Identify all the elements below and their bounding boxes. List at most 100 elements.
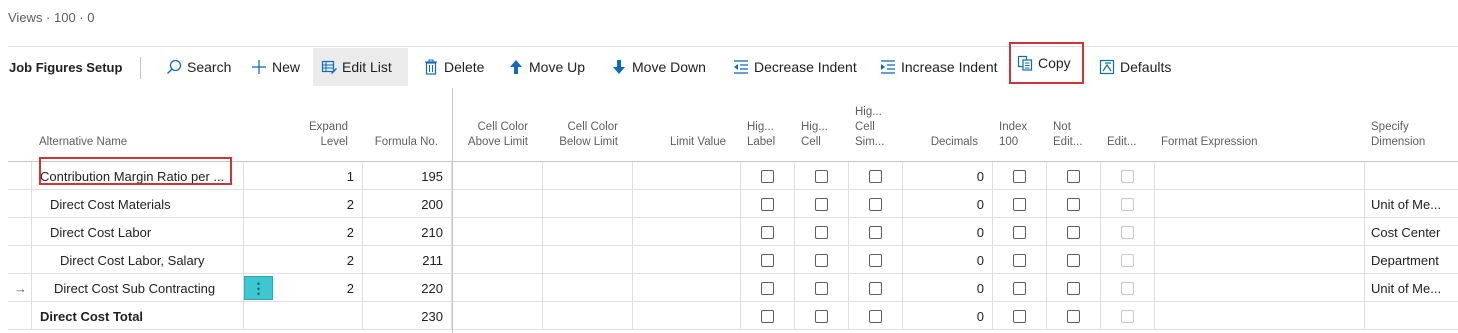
cell-above[interactable] [452, 274, 543, 302]
cell-below[interactable] [543, 274, 633, 302]
checkbox[interactable] [815, 197, 828, 211]
cell-checkbox[interactable] [993, 302, 1047, 330]
cell-checkbox[interactable] [1101, 218, 1155, 246]
col-header-edit[interactable]: Edit... [1107, 88, 1147, 162]
cell-specify-dimension[interactable] [1365, 302, 1458, 330]
checkbox[interactable] [815, 309, 828, 323]
cell-checkbox[interactable] [741, 302, 795, 330]
cell-format[interactable] [1155, 190, 1365, 218]
checkbox[interactable] [815, 281, 828, 295]
cell-checkbox[interactable] [741, 190, 795, 218]
cell-checkbox[interactable] [1101, 274, 1155, 302]
cell-format[interactable] [1155, 246, 1365, 274]
cell-checkbox[interactable] [795, 218, 849, 246]
cell-alternative-name[interactable]: Direct Cost Materials [32, 190, 244, 218]
cell-below[interactable] [543, 302, 633, 330]
cell-specify-dimension[interactable] [1365, 162, 1458, 190]
cell-checkbox[interactable] [849, 218, 903, 246]
cell-below[interactable] [543, 190, 633, 218]
cell-decimals[interactable]: 0 [903, 190, 993, 218]
col-header-specify-dimension[interactable]: Specify Dimension [1371, 88, 1451, 162]
search-button[interactable]: Search [158, 48, 239, 86]
cell-limit[interactable] [633, 190, 741, 218]
checkbox[interactable] [869, 197, 882, 211]
cell-formula[interactable]: 210 [363, 218, 452, 246]
cell-level[interactable]: 1 [274, 162, 363, 190]
cell-checkbox[interactable] [1101, 302, 1155, 330]
cell-format[interactable] [1155, 162, 1365, 190]
table-row[interactable]: Direct Cost Labor, Salary 2 211 0 Department [8, 246, 1458, 274]
cell-checkbox[interactable] [1101, 190, 1155, 218]
cell-alternative-name[interactable]: Direct Cost Labor, Salary [32, 246, 244, 274]
col-header-decimals[interactable]: Decimals [908, 88, 978, 162]
cell-level[interactable] [274, 302, 363, 330]
col-header-format-expression[interactable]: Format Expression [1161, 88, 1361, 162]
cell-checkbox[interactable] [849, 274, 903, 302]
cell-checkbox[interactable] [741, 274, 795, 302]
cell-checkbox[interactable] [795, 162, 849, 190]
cell-checkbox[interactable] [1101, 246, 1155, 274]
checkbox[interactable] [761, 225, 774, 239]
cell-formula[interactable]: 195 [363, 162, 452, 190]
checkbox[interactable] [869, 253, 882, 267]
row-actions-menu-button[interactable]: ⋮ [244, 276, 273, 300]
delete-button[interactable]: Delete [415, 48, 492, 86]
cell-below[interactable] [543, 218, 633, 246]
decrease-indent-button[interactable]: Decrease Indent [725, 48, 865, 86]
cell-checkbox[interactable] [1047, 218, 1101, 246]
table-row[interactable]: Direct Cost Materials 2 200 0 Unit of Me... [8, 190, 1458, 218]
cell-decimals[interactable]: 0 [903, 274, 993, 302]
cell-formula[interactable]: 230 [363, 302, 452, 330]
cell-checkbox[interactable] [795, 302, 849, 330]
cell-above[interactable] [452, 246, 543, 274]
checkbox[interactable] [815, 253, 828, 267]
cell-above[interactable] [452, 190, 543, 218]
cell-limit[interactable] [633, 302, 741, 330]
cell-limit[interactable] [633, 274, 741, 302]
cell-specify-dimension[interactable]: Unit of Me... [1365, 274, 1458, 302]
cell-level[interactable]: 2 [274, 218, 363, 246]
cell-format[interactable] [1155, 218, 1365, 246]
cell-checkbox[interactable] [993, 246, 1047, 274]
increase-indent-button[interactable]: Increase Indent [872, 48, 1006, 86]
checkbox[interactable] [1067, 169, 1080, 183]
checkbox[interactable] [1067, 309, 1080, 323]
cell-specify-dimension[interactable]: Unit of Me... [1365, 190, 1458, 218]
checkbox[interactable] [1013, 253, 1026, 267]
defaults-button[interactable]: Defaults [1091, 48, 1179, 86]
cell-alternative-name[interactable]: Direct Cost Total [32, 302, 244, 330]
new-button[interactable]: New [243, 48, 308, 86]
cell-checkbox[interactable] [1047, 302, 1101, 330]
checkbox[interactable] [869, 169, 882, 183]
checkbox[interactable] [815, 169, 828, 183]
col-header-hig-label[interactable]: Hig... Label [747, 88, 787, 162]
cell-checkbox[interactable] [1047, 246, 1101, 274]
col-header-hig-cell-sim[interactable]: Hig... Cell Sim... [855, 88, 895, 162]
cell-limit[interactable] [633, 218, 741, 246]
cell-checkbox[interactable] [993, 218, 1047, 246]
cell-formula[interactable]: 200 [363, 190, 452, 218]
cell-above[interactable] [452, 302, 543, 330]
checkbox[interactable] [761, 197, 774, 211]
cell-checkbox[interactable] [741, 246, 795, 274]
cell-alternative-name[interactable]: Direct Cost Labor [32, 218, 244, 246]
table-row[interactable]: Direct Cost Total 230 0 [8, 302, 1458, 330]
cell-decimals[interactable]: 0 [903, 218, 993, 246]
edit-list-button[interactable]: Edit List [313, 48, 408, 86]
cell-checkbox[interactable] [795, 246, 849, 274]
cell-specify-dimension[interactable]: Cost Center [1365, 218, 1458, 246]
cell-decimals[interactable]: 0 [903, 302, 993, 330]
table-row[interactable]: → Direct Cost Sub Contracting 2 220 0 Unit of… [8, 274, 1458, 302]
cell-limit[interactable] [633, 162, 741, 190]
checkbox[interactable] [869, 281, 882, 295]
cell-checkbox[interactable] [993, 162, 1047, 190]
cell-format[interactable] [1155, 302, 1365, 330]
checkbox[interactable] [1013, 197, 1026, 211]
col-header-index100[interactable]: Index 100 [999, 88, 1039, 162]
cell-checkbox[interactable] [741, 162, 795, 190]
col-header-formula-no[interactable]: Formula No. [364, 88, 438, 162]
cell-checkbox[interactable] [795, 274, 849, 302]
cell-level[interactable]: 2 [274, 190, 363, 218]
cell-checkbox[interactable] [1047, 162, 1101, 190]
cell-alternative-name[interactable]: Direct Cost Sub Contracting [32, 274, 244, 302]
